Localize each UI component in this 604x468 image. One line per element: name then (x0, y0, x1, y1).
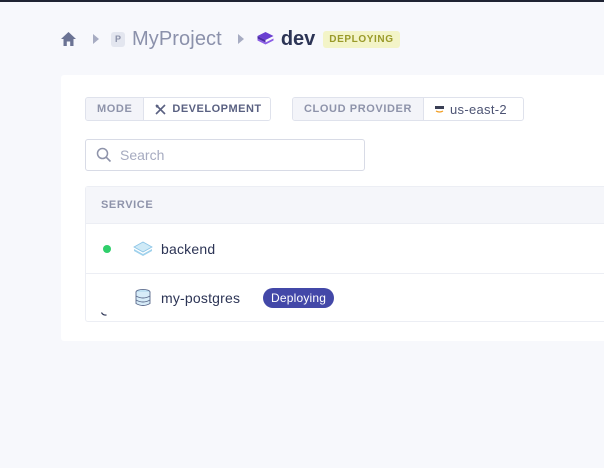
service-name[interactable]: my-postgres (161, 290, 240, 306)
database-icon (132, 288, 154, 308)
search-input[interactable] (118, 146, 342, 164)
spinner-icon (100, 303, 107, 316)
chevron-right-icon (237, 34, 244, 44)
mode-label: MODE (86, 98, 145, 120)
breadcrumb-environment[interactable]: dev (281, 28, 315, 51)
environment-icon (256, 30, 275, 48)
search-box (85, 139, 365, 171)
column-header-service[interactable]: SERVICE (101, 199, 153, 211)
search-icon (96, 147, 112, 163)
table-header: SERVICE (86, 187, 604, 224)
breadcrumb: P MyProject dev DEPLOYING (60, 26, 400, 52)
mode-pill: MODE DEVELOPMENT (85, 97, 271, 121)
deploying-badge: Deploying (263, 288, 335, 308)
table-row[interactable]: backend (86, 224, 604, 273)
tools-icon (155, 103, 166, 115)
mode-value: DEVELOPMENT (144, 98, 270, 120)
cloud-provider-pill: CLOUD PROVIDER us-east-2 (292, 97, 524, 121)
status-running-dot (103, 244, 111, 253)
project-badge: P (111, 31, 125, 47)
breadcrumb-project[interactable]: MyProject (132, 28, 222, 51)
service-name[interactable]: backend (161, 241, 215, 257)
aws-icon (435, 105, 445, 113)
home-icon[interactable] (60, 31, 77, 47)
layers-icon (132, 239, 154, 259)
mode-value-text: DEVELOPMENT (172, 103, 262, 115)
cloud-provider-label: CLOUD PROVIDER (293, 98, 425, 120)
chevron-right-icon (93, 34, 99, 44)
environment-status-badge: DEPLOYING (323, 30, 400, 48)
environment-card: MODE DEVELOPMENT CLOUD PROVIDER us-east-… (61, 75, 604, 341)
table-row[interactable]: my-postgres Deploying (86, 273, 604, 322)
cloud-provider-value-text: us-east-2 (450, 101, 507, 117)
window-top-border (0, 0, 604, 2)
services-table: SERVICE backend my-postgres Deploying (85, 186, 604, 322)
cloud-provider-value: us-east-2 (424, 98, 519, 120)
